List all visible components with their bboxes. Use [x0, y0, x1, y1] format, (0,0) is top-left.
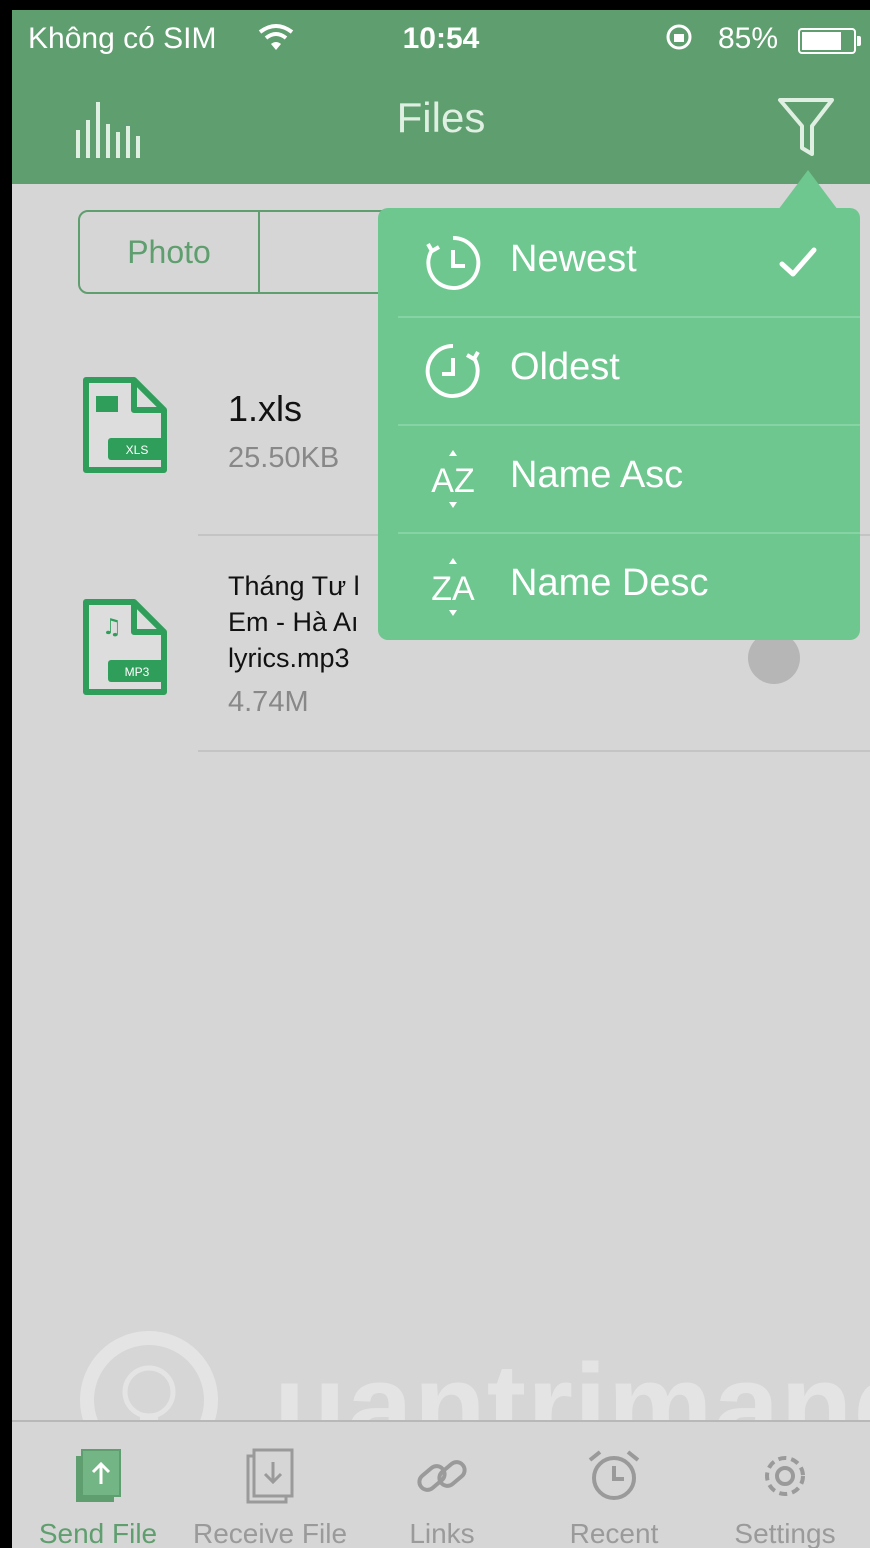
file-size: 25.50KB [228, 442, 340, 474]
file-name: 1.xls [228, 388, 303, 429]
rotation-lock-icon [666, 24, 692, 50]
file-type-badge: MP3 [125, 665, 150, 679]
svg-text:AZ: AZ [431, 462, 474, 500]
battery-icon [798, 28, 861, 54]
tab-recent[interactable]: Recent [528, 1422, 700, 1548]
page-title: Files [396, 94, 486, 141]
battery-percent: 85% [718, 22, 779, 55]
sort-option-newest[interactable]: Newest [378, 208, 860, 316]
check-icon [779, 247, 817, 277]
sort-menu: Newest Oldest AZ Name Asc ZA Name Desc [378, 208, 860, 640]
screen: Không có SIM 10:54 85% Files Photo XLS 1… [12, 10, 870, 1548]
clock-oldest-icon [425, 343, 480, 398]
gear-icon [765, 1456, 805, 1496]
receive-file-icon [246, 1448, 294, 1504]
mp3-file-icon: ♫ MP3 [83, 599, 167, 695]
tab-links[interactable]: Links [356, 1422, 528, 1548]
links-icon [417, 1460, 467, 1492]
clock-newest-icon [426, 235, 481, 290]
menu-pointer [778, 170, 838, 210]
svg-text:ZA: ZA [431, 570, 475, 608]
svg-text:♫: ♫ [102, 615, 122, 640]
tab-settings[interactable]: Settings [700, 1422, 870, 1548]
send-file-icon [76, 1449, 121, 1502]
tab-bar: Send File Receive File Links Recent Sett… [12, 1420, 870, 1548]
file-size: 4.74M [228, 686, 309, 718]
tab-photo[interactable]: Photo [80, 212, 260, 292]
filter-icon[interactable] [776, 96, 836, 160]
sort-option-label: Newest [510, 238, 637, 280]
status-bar: Không có SIM 10:54 85% [12, 10, 870, 68]
xls-file-icon: XLS [83, 377, 167, 473]
file-type-badge: XLS [126, 443, 149, 457]
sort-option-label: Name Desc [510, 562, 709, 604]
header: Không có SIM 10:54 85% Files [12, 10, 870, 184]
sort-option-name-desc[interactable]: ZA Name Desc [378, 532, 860, 640]
tab-receive-file[interactable]: Receive File [184, 1422, 356, 1548]
sort-option-oldest[interactable]: Oldest [378, 316, 860, 424]
sort-az-icon: AZ [431, 450, 475, 508]
sort-option-label: Name Asc [510, 454, 684, 496]
sort-za-icon: ZA [431, 558, 475, 616]
tab-send-file[interactable]: Send File [12, 1422, 184, 1548]
alarm-clock-icon [588, 1450, 640, 1500]
divider [198, 750, 870, 752]
file-name: Tháng Tư l Em - Hà Aı lyrics.mp3 [228, 571, 360, 673]
sort-option-label: Oldest [510, 346, 620, 388]
sort-option-name-asc[interactable]: AZ Name Asc [378, 424, 860, 532]
